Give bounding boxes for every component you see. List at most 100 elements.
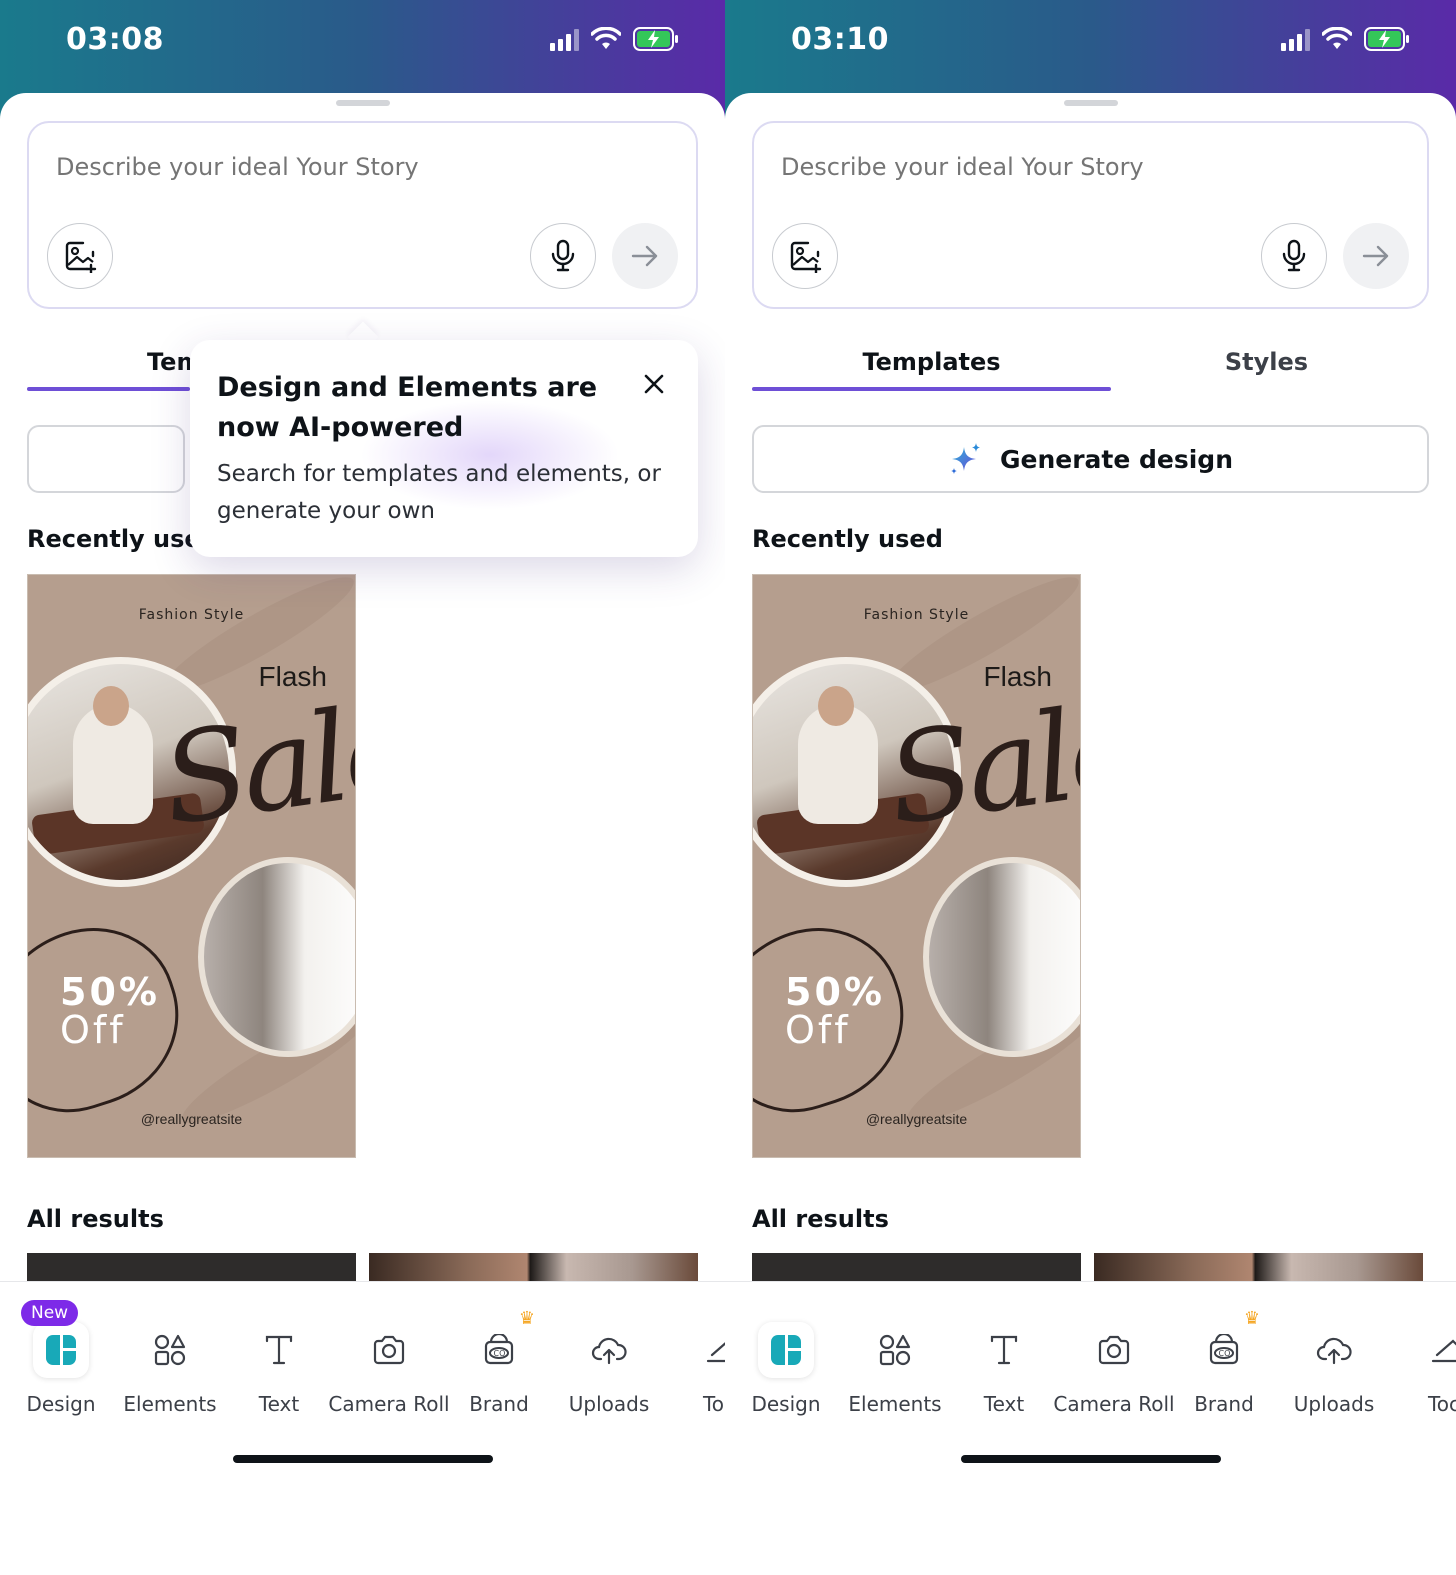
uploads-icon-wrap [581,1322,637,1378]
home-indicator[interactable] [232,1455,493,1463]
template-thumbnail[interactable]: Fashion Style Flash Sale 50% Off @reallyg… [27,574,356,1158]
send-button[interactable] [1343,223,1409,289]
nav-camera-roll[interactable]: Camera Roll [1053,1322,1175,1416]
nav-elements[interactable]: Elements [840,1322,950,1416]
send-button[interactable] [612,223,678,289]
screenshot-pair: 03:08 Tem [0,0,1456,1575]
template-handle-text: @reallygreatsite [865,1111,968,1127]
tab-styles[interactable]: Styles [1111,333,1422,391]
add-image-icon [790,241,822,273]
all-results-heading: All results [752,1205,889,1233]
tools-icon-wrap [691,1322,725,1378]
text-icon [990,1335,1018,1365]
discount-sub: Off [60,1008,126,1052]
sheet-grabber[interactable] [335,100,390,106]
camera-icon-wrap [1086,1322,1142,1378]
nav-tools[interactable]: Toc [664,1322,725,1416]
template-photo-circle-2 [923,857,1080,1057]
nav-label: Brand [1194,1392,1254,1416]
home-indicator[interactable] [960,1455,1221,1463]
nav-design[interactable]: New Design [6,1300,116,1416]
tab-active-indicator [27,387,190,391]
tab-active-indicator [752,387,1111,391]
nav-brand[interactable]: CO ♛ Brand [1169,1308,1279,1416]
tab-bar: Templates Styles [752,333,1429,391]
prompt-input[interactable] [781,147,1341,187]
microphone-button[interactable] [530,223,596,289]
microphone-icon [551,239,575,272]
battery-charging-icon [1364,27,1409,51]
template-photo-circle-2 [198,857,355,1057]
camera-icon [373,1335,405,1365]
brand-icon-wrap: CO ♛ [1196,1308,1260,1378]
prompt-box [27,121,698,309]
nav-label: Toc [1427,1392,1456,1416]
nav-uploads[interactable]: Uploads [1279,1322,1389,1416]
screen-left: 03:08 Tem [0,0,725,1575]
nav-label: Uploads [1293,1392,1375,1416]
nav-label: Text [258,1392,300,1416]
brand-icon-wrap: CO ♛ [471,1308,535,1378]
discount-sub: Off [785,1008,851,1052]
template-brand-text: Fashion Style [138,607,245,623]
nav-label: Design [751,1392,821,1416]
design-icon-wrap: New [21,1300,89,1378]
close-icon [644,374,664,394]
nav-label: Camera Roll [328,1392,450,1416]
nav-tools[interactable]: Toc [1389,1322,1456,1416]
brand-icon: CO [484,1334,514,1365]
head-shape [93,686,129,726]
tab-templates[interactable]: Templates [752,333,1111,391]
elements-icon [154,1334,186,1366]
nav-camera-roll[interactable]: Camera Roll [328,1322,450,1416]
nav-label: Brand [469,1392,529,1416]
add-image-button[interactable] [47,223,113,289]
nav-text[interactable]: Text [224,1322,334,1416]
elements-icon-wrap [142,1322,198,1378]
nav-elements[interactable]: Elements [115,1322,225,1416]
template-discount-text: 50% Off [60,973,160,1049]
elements-icon [879,1334,911,1366]
crown-icon: ♛ [518,1308,535,1329]
ai-powered-tooltip: Design and Elements are now AI-powered S… [190,340,698,557]
prompt-box [752,121,1429,309]
sheet-grabber[interactable] [1063,100,1118,106]
generate-design-label: Generate design [999,444,1234,474]
status-icons [1281,26,1410,52]
text-icon-wrap [976,1322,1032,1378]
design-icon-wrap [758,1322,814,1378]
wifi-icon [1322,27,1352,49]
nav-brand[interactable]: CO ♛ Brand [444,1308,554,1416]
discount-value: 50% [785,970,885,1014]
prompt-input[interactable] [56,147,616,187]
nav-text[interactable]: Text [949,1322,1059,1416]
template-brand-text: Fashion Style [863,607,970,623]
add-image-button[interactable] [772,223,838,289]
screen-right: 03:10 Template [725,0,1456,1575]
design-icon [46,1335,76,1365]
nav-design[interactable]: Design [731,1322,841,1416]
wifi-icon [591,27,621,49]
sparkle-icon [950,443,980,474]
tab-templates-label: Templates [862,348,1001,376]
cloud-upload-icon [1316,1337,1352,1365]
generate-design-button[interactable]: Generate design [752,425,1429,493]
nav-label: Camera Roll [1053,1392,1175,1416]
head-shape [818,686,854,726]
generate-design-button[interactable] [27,425,185,493]
nav-uploads[interactable]: Uploads [554,1322,664,1416]
cellular-signal-icon [550,27,579,51]
uploads-icon-wrap [1306,1322,1362,1378]
arrow-right-icon [1362,245,1389,267]
template-discount-text: 50% Off [785,973,885,1049]
brand-icon: CO [1209,1334,1239,1365]
elements-icon-wrap [867,1322,923,1378]
cloud-upload-icon [591,1337,627,1365]
arrow-right-icon [631,245,658,267]
template-handle-text: @reallygreatsite [140,1111,243,1127]
crown-icon: ♛ [1243,1308,1260,1329]
template-thumbnail[interactable]: Fashion Style Flash Sale 50% Off @reallyg… [752,574,1081,1158]
nav-label: Elements [123,1392,217,1416]
microphone-button[interactable] [1261,223,1327,289]
tooltip-close-button[interactable] [640,370,668,398]
